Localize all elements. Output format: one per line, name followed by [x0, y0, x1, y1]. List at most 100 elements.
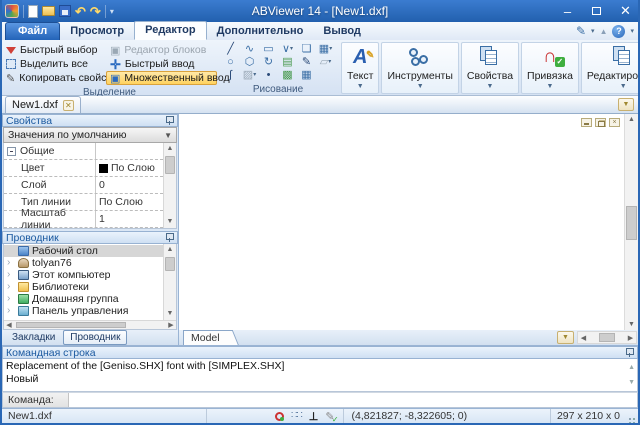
doc-close-icon[interactable]: × — [609, 118, 620, 127]
scrollbar-thumb[interactable] — [165, 257, 175, 271]
collapse-group-icon[interactable] — [7, 147, 16, 156]
expand-icon[interactable]: › — [7, 306, 15, 316]
ortho-icon[interactable]: ⊥ — [309, 410, 319, 423]
property-group-row[interactable]: Общие — [4, 143, 163, 160]
copy-entities-icon[interactable]: ❏ — [297, 43, 316, 56]
properties-scrollbar[interactable]: ▲ ▼ — [163, 143, 176, 228]
help-dropdown-icon[interactable]: ▾ — [630, 27, 634, 35]
document-tab[interactable]: New1.dxf ✕ — [5, 96, 81, 113]
properties-dropdown-icon[interactable]: ▼ — [487, 82, 494, 92]
draw-mode-icon[interactable]: ✎✓ — [325, 410, 334, 423]
explorer-hscrollbar[interactable]: ◀ ▶ — [4, 320, 176, 329]
multiple-input-button[interactable]: ▣ Множественный ввод — [106, 71, 217, 85]
scroll-down-icon[interactable]: ▼ — [628, 376, 635, 389]
tools-button[interactable]: Инструменты ▼ — [381, 42, 458, 94]
expand-icon[interactable]: › — [7, 270, 15, 280]
circle-icon[interactable]: ○ — [221, 56, 240, 69]
wipeout-icon[interactable]: ▤ — [278, 56, 297, 69]
scroll-left-icon[interactable]: ◀ — [578, 334, 589, 342]
tab-editor[interactable]: Редактор — [134, 21, 206, 40]
minimize-button[interactable]: – — [553, 1, 582, 21]
tab-file[interactable]: Файл — [5, 22, 60, 40]
scroll-down-icon[interactable]: ▼ — [167, 308, 174, 320]
scroll-up-icon[interactable]: ▲ — [167, 143, 174, 155]
quick-input-button[interactable]: ✛ Быстрый ввод — [106, 57, 217, 71]
style-editor-icon[interactable]: ✎ — [576, 24, 586, 38]
ellipse-icon[interactable]: ⬡ — [240, 56, 259, 69]
new-file-icon[interactable] — [28, 5, 38, 18]
table-icon[interactable]: ▦ — [297, 69, 316, 82]
scrollbar-thumb[interactable] — [16, 322, 126, 328]
explorer-scrollbar[interactable]: ▲ ▼ — [163, 244, 176, 320]
help-icon[interactable]: ? — [612, 25, 625, 38]
grid-icon[interactable]: ∷∷ — [291, 411, 302, 421]
tools-dropdown-icon[interactable]: ▼ — [417, 82, 424, 92]
tab-view[interactable]: Просмотр — [60, 23, 134, 40]
tree-item-user[interactable]: › tolyan76 — [4, 257, 163, 269]
tab-bookmarks[interactable]: Закладки — [6, 331, 61, 344]
scroll-left-icon[interactable]: ◀ — [4, 321, 14, 329]
save-icon[interactable] — [59, 5, 71, 17]
line-icon[interactable]: ╱ — [221, 43, 240, 56]
scroll-up-icon[interactable]: ▲ — [167, 244, 174, 256]
pin-icon[interactable] — [165, 115, 174, 126]
pin-icon[interactable] — [165, 232, 174, 243]
tree-item-libraries[interactable]: › Библиотеки — [4, 281, 163, 293]
quick-select-button[interactable]: Быстрый выбор — [2, 43, 106, 57]
doc-restore-icon[interactable] — [595, 118, 606, 127]
scroll-up-icon[interactable]: ▲ — [625, 116, 638, 123]
scrollbar-thumb[interactable] — [599, 333, 615, 342]
scrollbar-thumb[interactable] — [165, 156, 175, 174]
style-dropdown-icon[interactable]: ▾ — [591, 27, 595, 35]
tree-item-computer[interactable]: › Этот компьютер — [4, 269, 163, 281]
snap-dropdown-icon[interactable]: ▼ — [547, 82, 554, 92]
canvas-vscrollbar[interactable]: ▲ ▼ — [624, 114, 638, 330]
pin-icon[interactable] — [625, 347, 634, 358]
snap-button[interactable]: ∩✓ Привязка ▼ — [521, 42, 579, 94]
undo-icon[interactable]: ↶ — [75, 5, 86, 18]
expand-icon[interactable]: › — [7, 258, 15, 268]
text-button[interactable]: A✎ Текст ▼ — [341, 42, 379, 94]
properties-button[interactable]: Свойства ▼ — [461, 42, 519, 94]
clip-icon[interactable]: ▦▾ — [316, 43, 335, 56]
properties-preset-select[interactable]: Значения по умолчанию ▼ — [3, 127, 177, 143]
property-row-color[interactable]: Цвет По Слою — [4, 160, 163, 177]
polyline-icon[interactable]: ∨▾ — [278, 43, 297, 56]
open-file-icon[interactable] — [42, 6, 55, 16]
point-icon[interactable]: • — [259, 69, 278, 82]
collapse-ribbon-icon[interactable]: ▲ — [600, 27, 608, 36]
command-input[interactable] — [69, 393, 637, 407]
document-tab-close-icon[interactable]: ✕ — [63, 100, 74, 111]
tree-item-control-panel[interactable]: › Панель управления — [4, 305, 163, 317]
property-row-linescale[interactable]: Масштаб линии 1 — [4, 211, 163, 228]
copy-properties-button[interactable]: ✎ Копировать свойства — [2, 71, 106, 85]
tab-list-chevron-icon[interactable]: ▼ — [618, 98, 634, 111]
edit-dropdown-icon[interactable]: ▼ — [620, 82, 627, 92]
canvas-hscrollbar[interactable]: ◀ ▶ — [577, 331, 637, 344]
tab-advanced[interactable]: Дополнительно — [207, 23, 314, 40]
drawing-canvas[interactable]: × ▲ ▼ — [179, 114, 638, 330]
scroll-up-icon[interactable]: ▲ — [628, 361, 635, 374]
scroll-right-icon[interactable]: ▶ — [166, 321, 176, 329]
scroll-down-icon[interactable]: ▼ — [167, 216, 174, 228]
tab-model[interactable]: Model — [183, 330, 233, 345]
expand-icon[interactable]: › — [7, 294, 15, 304]
edit-button[interactable]: Редактировать ▼ — [581, 42, 640, 94]
close-button[interactable]: ✕ — [611, 1, 640, 21]
select-all-button[interactable]: Выделить все — [2, 57, 106, 71]
tree-item-desktop[interactable]: Рабочий стол — [4, 245, 163, 257]
abviewer-logo-icon[interactable] — [5, 4, 19, 18]
property-row-layer[interactable]: Слой 0 — [4, 177, 163, 194]
maximize-button[interactable] — [582, 1, 611, 21]
customize-qat-icon[interactable]: ▾ — [110, 7, 114, 16]
polyline-sketch-icon[interactable]: ∿ — [240, 43, 259, 56]
resize-grip[interactable] — [626, 411, 636, 421]
spline-icon[interactable]: ∫ — [221, 69, 240, 82]
tab-output[interactable]: Вывод — [313, 23, 371, 40]
rectangle-icon[interactable]: ▭ — [259, 43, 278, 56]
tab-explorer[interactable]: Проводник — [63, 330, 127, 345]
scrollbar-thumb[interactable] — [626, 206, 637, 240]
redo-icon[interactable]: ↷ — [90, 5, 101, 18]
spline-pencil-icon[interactable]: ✎ — [297, 56, 316, 69]
expand-icon[interactable]: › — [7, 282, 15, 292]
